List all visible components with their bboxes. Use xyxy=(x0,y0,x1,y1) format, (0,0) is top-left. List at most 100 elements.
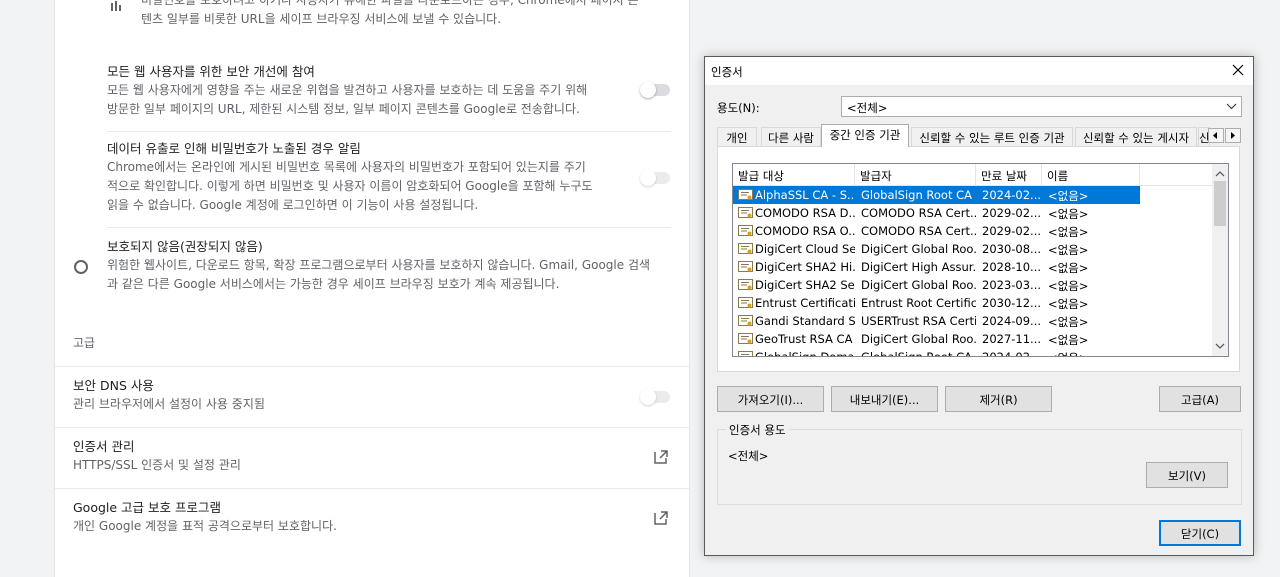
password-leak-toggle[interactable] xyxy=(640,170,670,186)
tab-other-people[interactable]: 다른 사람 xyxy=(761,127,821,146)
import-button[interactable]: 가져오기(I)... xyxy=(717,386,824,412)
certificate-icon xyxy=(738,225,753,236)
certificates-dialog: 인증서 용도(N): <전체> 개인 다른 사람 중간 인증 기관 신뢰할 수 … xyxy=(704,56,1254,556)
tab-trusted-publishers[interactable]: 신뢰할 수 있는 게시자 xyxy=(1075,127,1197,146)
secure-dns-setting[interactable]: 보안 DNS 사용 관리 브라우저에서 설정이 사용 중지됨 xyxy=(73,376,673,418)
certificate-icon xyxy=(738,207,753,218)
external-link-icon[interactable] xyxy=(653,449,669,465)
friendly-name-cell: <없음> xyxy=(1048,279,1089,293)
advanced-button[interactable]: 고급(A) xyxy=(1159,386,1241,412)
issued-by-cell: Entrust Root Certific... xyxy=(861,296,976,310)
table-row[interactable]: DigiCert SHA2 Se... DigiCert Global Roo..… xyxy=(733,276,1214,294)
friendly-name-cell: <없음> xyxy=(1048,297,1089,311)
column-issued-by[interactable]: 발급자 xyxy=(855,164,976,186)
password-leak-desc: Chrome에서는 온라인에 게시된 비밀번호 목록에 사용자의 비밀번호가 포… xyxy=(107,160,593,212)
manage-certificates-row[interactable]: 인증서 관리 HTTPS/SSL 인증서 및 설정 관리 xyxy=(73,437,673,479)
certificate-icon xyxy=(738,189,753,200)
table-row[interactable]: Entrust Certificati...Entrust Root Certi… xyxy=(733,294,1214,312)
issued-by-cell: DigiCert Global Roo... xyxy=(861,242,976,256)
table-row[interactable]: GlobalSign Doma... GlobalSign Root CA 2024… xyxy=(733,348,1214,357)
table-row[interactable]: DigiCert Cloud Se...DigiCert Global Roo.… xyxy=(733,240,1214,258)
issued-by-cell: USERTrust RSA Certi... xyxy=(861,314,976,328)
close-button[interactable]: 닫기(C) xyxy=(1159,520,1241,546)
expiration-cell: 2028-10... xyxy=(982,260,1042,274)
divider xyxy=(107,131,671,132)
friendly-name-cell: <없음> xyxy=(1048,333,1089,347)
friendly-name-cell: <없음> xyxy=(1048,207,1089,221)
tab-trusted-root-ca[interactable]: 신뢰할 수 있는 루트 인증 기관 xyxy=(911,127,1073,146)
certificate-icon xyxy=(738,279,753,290)
expiration-cell: 2027-11... xyxy=(982,332,1042,346)
no-protection-option[interactable]: 보호되지 않음(권장되지 않음) 위험한 웹사이트, 다운로드 항목, 확장 프… xyxy=(107,237,677,297)
dialog-title: 인증서 xyxy=(711,65,743,79)
password-leak-setting[interactable]: 데이터 유출로 인해 비밀번호가 노출된 경우 알림 Chrome에서는 온라인… xyxy=(107,139,677,219)
certificate-list[interactable]: 발급 대상 발급자 만료 날짜 이름 AlphaSSL CA - S... Glo… xyxy=(732,163,1229,357)
table-row[interactable]: DigiCert SHA2 Hi... DigiCert High Assur..… xyxy=(733,258,1214,276)
no-protection-radio[interactable] xyxy=(74,260,88,274)
table-row[interactable]: Gandi Standard S...USERTrust RSA Certi..… xyxy=(733,312,1214,330)
issued-by-cell: COMODO RSA Cert... xyxy=(861,224,976,238)
advanced-protection-title: Google 고급 보호 프로그램 xyxy=(73,500,222,515)
no-protection-title: 보호되지 않음(권장되지 않음) xyxy=(107,239,263,254)
column-friendly-name[interactable]: 이름 xyxy=(1042,164,1140,186)
certificate-icon xyxy=(738,297,753,308)
friendly-name-cell: <없음> xyxy=(1048,261,1089,275)
secure-dns-desc: 관리 브라우저에서 설정이 사용 중지됨 xyxy=(73,397,265,411)
table-row[interactable]: AlphaSSL CA - S... GlobalSign Root CA 2024… xyxy=(733,186,1214,204)
friendly-name-cell: <없음> xyxy=(1042,186,1140,204)
column-expiration[interactable]: 만료 날짜 xyxy=(976,164,1042,186)
improve-security-title: 모든 웹 사용자를 위한 보안 개선에 참여 xyxy=(107,64,315,79)
friendly-name-cell: <없음> xyxy=(1042,348,1140,356)
password-leak-title: 데이터 유출로 인해 비밀번호가 노출된 경우 알림 xyxy=(107,141,361,156)
secure-dns-toggle[interactable] xyxy=(640,389,670,405)
export-button[interactable]: 내보내기(E)... xyxy=(831,386,938,412)
chevron-down-icon[interactable] xyxy=(1212,338,1228,354)
chevron-left-icon xyxy=(1213,132,1217,139)
issued-by-cell: GlobalSign Root CA xyxy=(861,350,973,357)
view-button[interactable]: 보기(V) xyxy=(1146,462,1228,488)
tab-scroll-left-button[interactable] xyxy=(1208,128,1224,143)
friendly-name-cell: <없음> xyxy=(1048,225,1089,239)
no-protection-desc: 위험한 웹사이트, 다운로드 항목, 확장 프로그램으로부터 사용자를 보호하지… xyxy=(107,258,651,291)
table-row[interactable]: COMODO RSA O... COMODO RSA Cert... 2029-02… xyxy=(733,222,1214,240)
improve-security-toggle[interactable] xyxy=(640,82,670,98)
purpose-label: 용도(N): xyxy=(717,101,760,115)
chrome-settings-panel: 비밀번호를 보호하려고 하거나 사용자가 유해한 파일을 다운로드하는 경우, … xyxy=(54,0,690,577)
expiration-cell: 2029-02... xyxy=(982,206,1042,220)
list-header: 발급 대상 발급자 만료 날짜 이름 xyxy=(733,164,1214,186)
remove-button[interactable]: 제거(R) xyxy=(945,386,1052,412)
dialog-titlebar[interactable]: 인증서 xyxy=(705,57,1253,85)
safe-browsing-desc: 비밀번호를 보호하려고 하거나 사용자가 유해한 파일을 다운로드하는 경우, … xyxy=(141,0,639,26)
scrollbar-thumb[interactable] xyxy=(1214,181,1226,226)
tab-intermediate-ca[interactable]: 중간 인증 기관 xyxy=(821,124,909,147)
certificate-icon xyxy=(738,243,753,254)
certificate-purposes-label: 인증서 용도 xyxy=(726,422,789,438)
column-issued-to[interactable]: 발급 대상 xyxy=(733,164,855,186)
divider xyxy=(55,488,689,489)
close-icon[interactable] xyxy=(1227,59,1249,81)
table-row[interactable]: COMODO RSA D... COMODO RSA Cert... 2029-02… xyxy=(733,204,1214,222)
expiration-cell: 2024-02... xyxy=(982,350,1042,357)
divider xyxy=(55,427,689,428)
issued-by-cell: DigiCert Global Roo... xyxy=(861,278,976,292)
expiration-cell: 2024-09... xyxy=(982,314,1042,328)
advanced-protection-row[interactable]: Google 고급 보호 프로그램 개인 Google 계정을 표적 공격으로부… xyxy=(73,498,673,540)
chevron-down-icon xyxy=(1226,103,1237,110)
purpose-select[interactable]: <전체> xyxy=(841,96,1242,117)
tab-scroll-right-button[interactable] xyxy=(1225,128,1241,143)
certificate-purposes-value: <전체> xyxy=(728,449,769,463)
manage-certificates-desc: HTTPS/SSL 인증서 및 설정 관리 xyxy=(73,458,241,472)
advanced-protection-desc: 개인 Google 계정을 표적 공격으로부터 보호합니다. xyxy=(73,519,337,533)
external-link-icon[interactable] xyxy=(653,510,669,526)
expiration-cell: 2030-12... xyxy=(982,296,1042,310)
secure-dns-title: 보안 DNS 사용 xyxy=(73,378,154,393)
expiration-cell: 2023-03... xyxy=(982,278,1042,292)
improve-security-desc: 모든 웹 사용자에게 영향을 주는 새로운 위협을 발견하고 사용자를 보호하는… xyxy=(107,83,588,116)
chevron-right-icon xyxy=(1231,132,1235,139)
improve-security-setting[interactable]: 모든 웹 사용자를 위한 보안 개선에 참여 모든 웹 사용자에게 영향을 주는… xyxy=(107,62,677,122)
tab-personal[interactable]: 개인 xyxy=(717,127,757,146)
list-scrollbar[interactable] xyxy=(1212,164,1228,356)
chevron-up-icon[interactable] xyxy=(1212,166,1228,182)
table-row[interactable]: GeoTrust RSA CA ...DigiCert Global Roo..… xyxy=(733,330,1214,348)
advanced-heading: 고급 xyxy=(73,336,96,350)
